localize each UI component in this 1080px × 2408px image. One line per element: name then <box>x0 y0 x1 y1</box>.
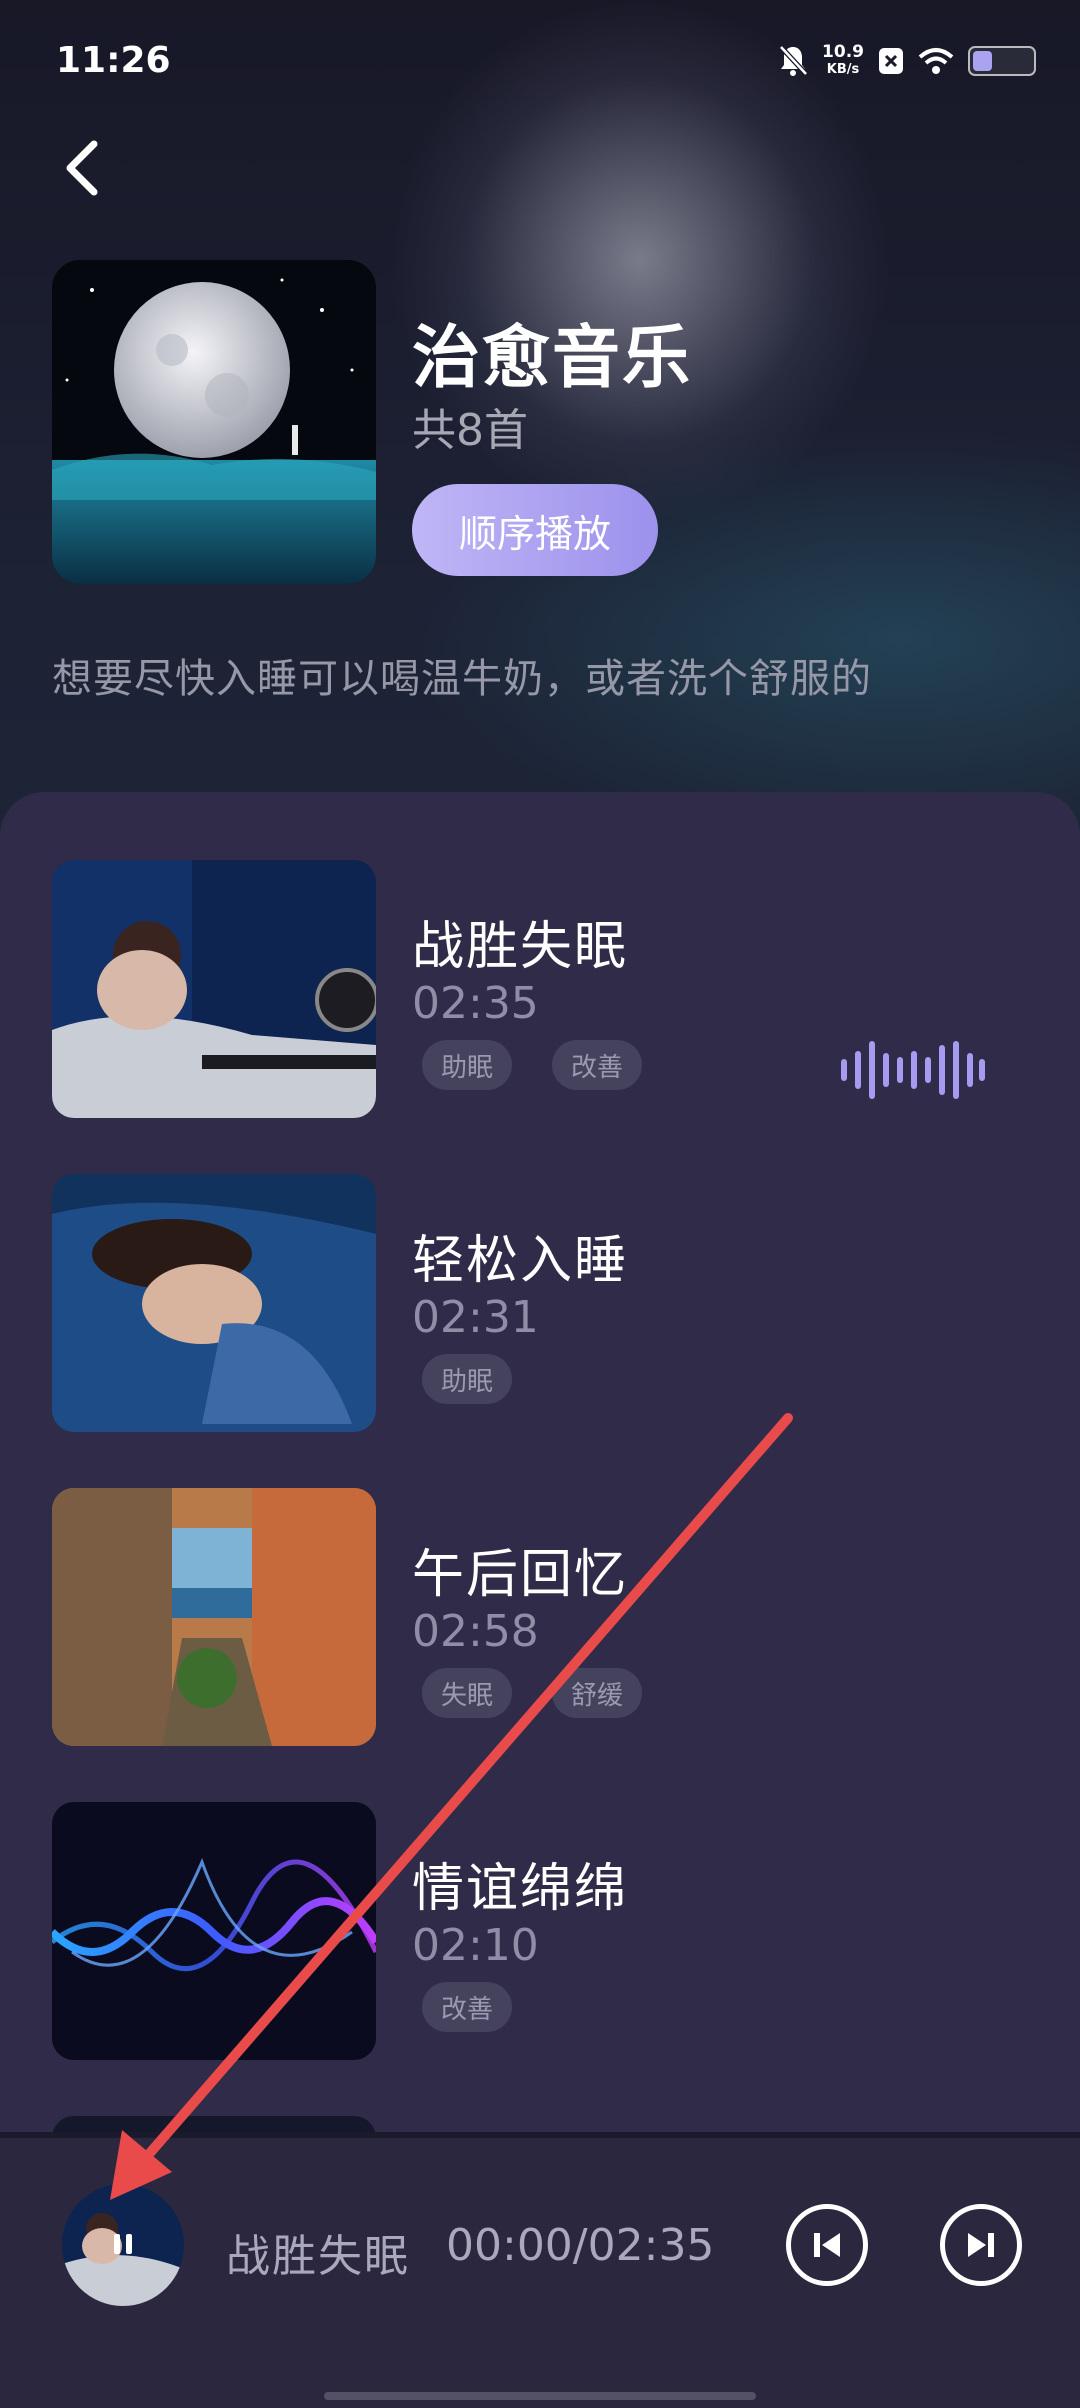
net-speed: 10.9 KB/s <box>822 42 864 78</box>
player-track-title: 战胜失眠 <box>226 2231 410 2282</box>
tag-badge: 助眠 <box>422 1354 512 1404</box>
skip-previous-icon <box>814 2233 840 2257</box>
sequential-play-button[interactable]: 顺序播放 <box>412 484 658 576</box>
track-thumbnail <box>52 1802 376 2060</box>
player-cover-pause-button[interactable] <box>62 2184 184 2306</box>
playing-waveform-icon <box>841 1041 985 1099</box>
status-bar: 11:26 10.9 KB/s <box>0 0 1080 120</box>
track-tags: 改善 <box>422 1982 512 2032</box>
track-count: 共8首 <box>412 405 528 456</box>
track-duration: 02:31 <box>412 1292 539 1343</box>
tag-badge: 舒缓 <box>552 1668 642 1718</box>
track-thumbnail <box>52 860 376 1118</box>
track-thumbnail <box>52 2116 376 2132</box>
player-time: 00:00/02:35 <box>446 2220 715 2271</box>
chevron-left-icon <box>66 140 98 196</box>
playlist-cover <box>52 260 376 584</box>
track-list: 战胜失眠 02:35 助眠 改善 轻松入睡 02:31 助眠 午后回忆 02:5… <box>0 792 1080 2132</box>
tag-badge: 助眠 <box>422 1040 512 1090</box>
next-track-button[interactable] <box>940 2204 1022 2286</box>
track-item[interactable]: 午后回忆 02:58 失眠 舒缓 <box>52 1488 1028 1748</box>
track-duration: 02:10 <box>412 1920 539 1971</box>
playlist-title: 治愈音乐 <box>412 319 693 398</box>
tag-badge: 改善 <box>552 1040 642 1090</box>
status-icons: 10.9 KB/s <box>778 44 1036 78</box>
track-title: 情谊绵绵 <box>412 1859 629 1919</box>
skip-next-icon <box>968 2233 994 2257</box>
bell-muted-icon <box>779 45 808 76</box>
wifi-icon <box>918 48 954 74</box>
track-item[interactable]: 轻松入睡 02:31 助眠 <box>52 1174 1028 1434</box>
track-title: 轻松入睡 <box>412 1231 629 1291</box>
track-item[interactable] <box>52 2116 1028 2132</box>
tag-badge: 失眠 <box>422 1668 512 1718</box>
back-button[interactable] <box>52 128 112 208</box>
battery-icon <box>968 46 1036 76</box>
close-box-icon <box>879 48 903 74</box>
track-duration: 02:35 <box>412 978 539 1029</box>
track-thumbnail <box>52 1488 376 1746</box>
track-tags: 助眠 改善 <box>422 1040 642 1090</box>
track-title: 战胜失眠 <box>412 917 629 977</box>
track-duration: 02:58 <box>412 1606 539 1657</box>
home-indicator <box>324 2392 756 2400</box>
track-thumbnail <box>52 1174 376 1432</box>
track-tags: 助眠 <box>422 1354 512 1404</box>
previous-track-button[interactable] <box>786 2204 868 2286</box>
track-item[interactable]: 战胜失眠 02:35 助眠 改善 <box>52 860 1028 1120</box>
track-tags: 失眠 舒缓 <box>422 1668 642 1718</box>
status-time: 11:26 <box>56 40 171 81</box>
track-title: 午后回忆 <box>412 1545 629 1605</box>
tag-badge: 改善 <box>422 1982 512 2032</box>
playlist-description: 想要尽快入睡可以喝温牛奶，或者洗个舒服的 <box>52 656 872 702</box>
track-item[interactable]: 情谊绵绵 02:10 改善 <box>52 1802 1028 2062</box>
